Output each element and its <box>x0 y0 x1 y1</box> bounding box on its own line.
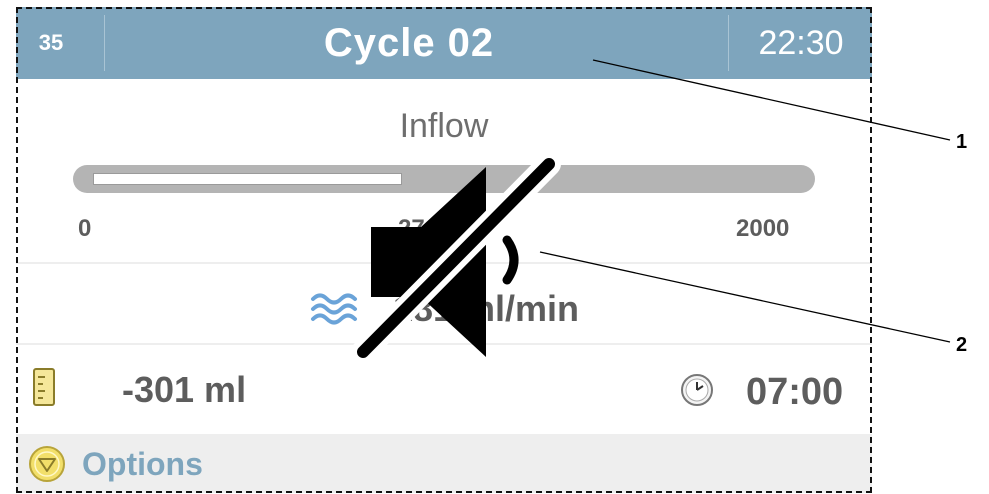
options-button[interactable]: Options <box>28 442 203 486</box>
clock-icon <box>681 374 713 406</box>
screen-number: 35 <box>38 30 64 55</box>
scale-max-label: 2000 <box>736 215 790 242</box>
options-bar: Options <box>16 434 872 493</box>
header-bar: 35 Cycle 02 22:30 <box>16 7 872 79</box>
callout-label-2: 2 <box>956 334 968 356</box>
header-separator <box>728 15 729 71</box>
callout-label-1: 1 <box>956 131 968 153</box>
volume-value: -301 ml <box>122 369 247 410</box>
inflow-label: Inflow <box>399 107 489 145</box>
beaker-icon <box>33 368 55 406</box>
device-screen: 35 Cycle 02 22:30 Inflow 0 27 ml 2000 18… <box>16 7 872 493</box>
clock-time: 22:30 <box>758 23 844 62</box>
options-label: Options <box>82 445 203 482</box>
scale-min-label: 0 <box>78 215 92 242</box>
cycle-title: Cycle 02 <box>323 20 495 65</box>
speaker-muted-icon <box>351 152 561 364</box>
timer-value: 07:00 <box>746 371 844 413</box>
down-triangle-circle-icon <box>29 446 65 482</box>
